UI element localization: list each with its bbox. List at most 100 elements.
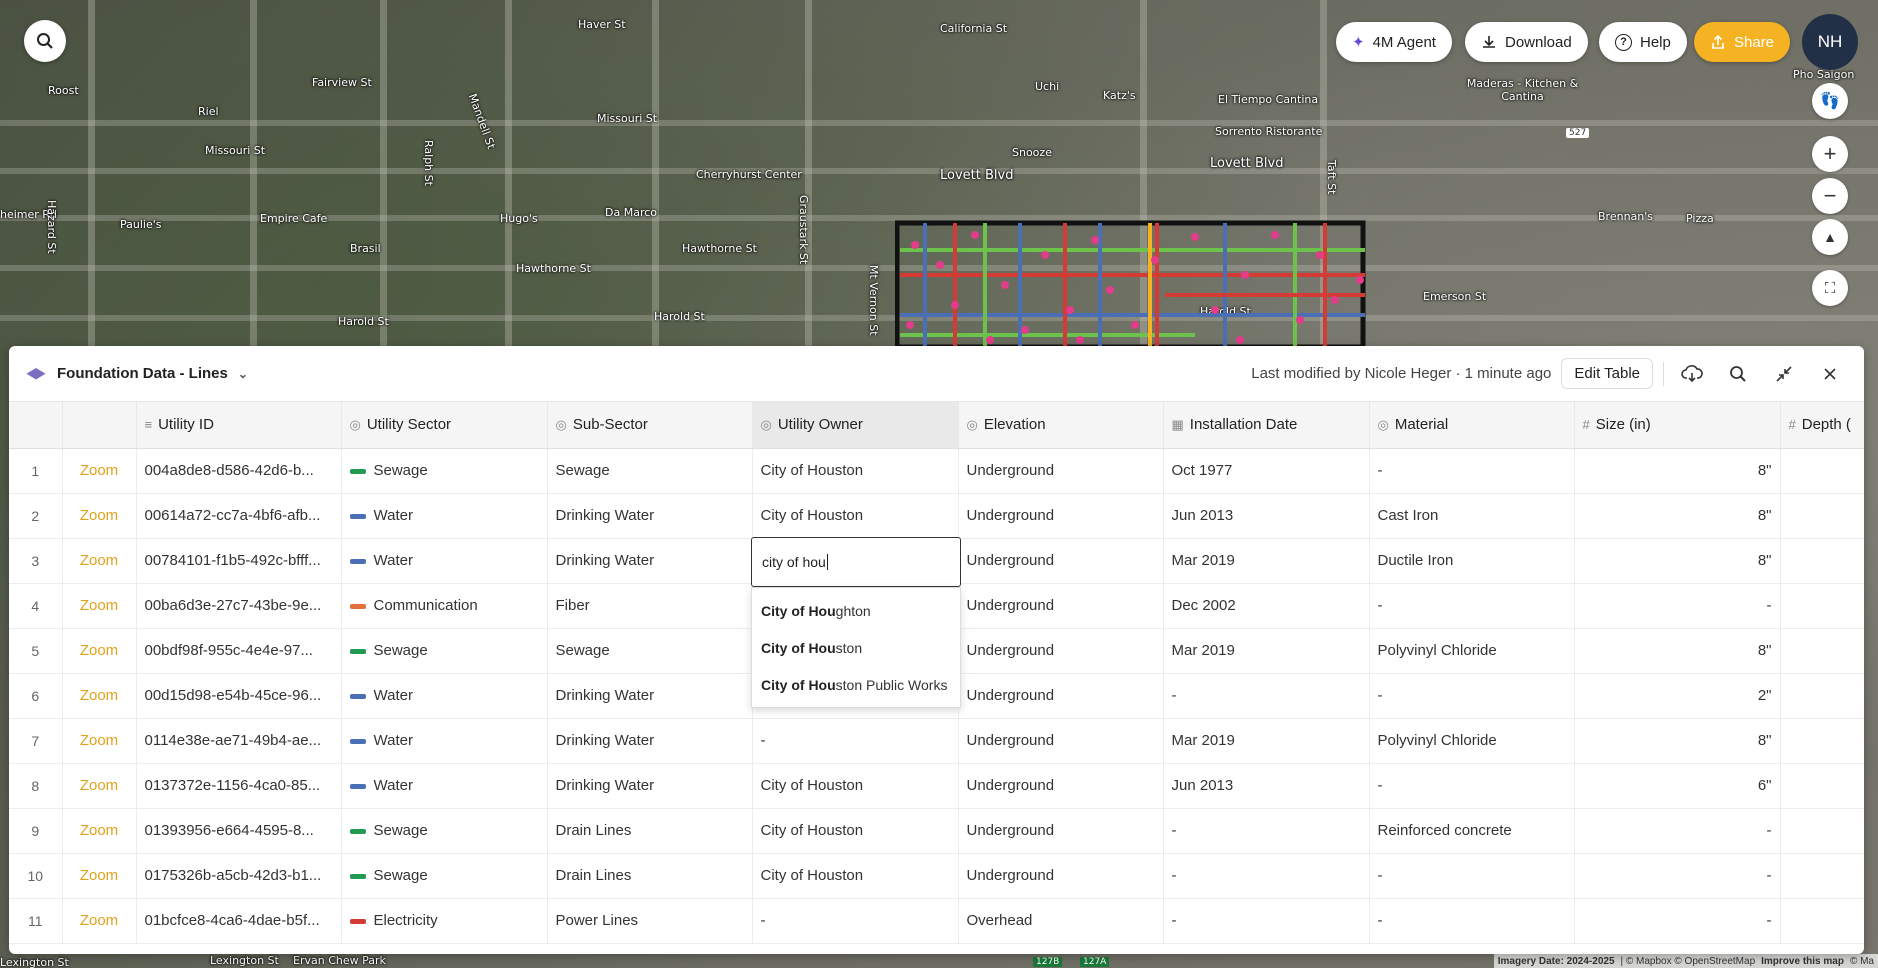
- cell-elevation[interactable]: Underground: [958, 538, 1164, 584]
- cell-installation-date[interactable]: -: [1163, 673, 1370, 719]
- cell-sub-sector[interactable]: Fiber: [547, 583, 753, 629]
- cell-sub-sector[interactable]: Drinking Water: [547, 763, 753, 809]
- cell-elevation[interactable]: Underground: [958, 673, 1164, 719]
- cell-size[interactable]: -: [1574, 853, 1781, 899]
- table-row[interactable]: 2 Zoom 00614a72-cc7a-4bf6-afb... Water Drink…: [9, 493, 1864, 539]
- cell-elevation[interactable]: Underground: [958, 808, 1164, 854]
- cell-material[interactable]: -: [1369, 448, 1575, 494]
- table-row[interactable]: 1 Zoom 004a8de8-d586-42d6-b... Sewage Sewage…: [9, 448, 1864, 494]
- cell-installation-date[interactable]: Mar 2019: [1163, 538, 1370, 584]
- cell-depth[interactable]: [1780, 808, 1864, 854]
- zoom-link[interactable]: Zoom: [62, 763, 137, 809]
- map-search-button[interactable]: [24, 20, 66, 62]
- cell-installation-date[interactable]: Jun 2013: [1163, 493, 1370, 539]
- cloud-download-button[interactable]: [1674, 356, 1710, 392]
- cell-utility-owner[interactable]: City of Houston: [752, 448, 959, 494]
- cell-elevation[interactable]: Underground: [958, 583, 1164, 629]
- cell-size[interactable]: 8": [1574, 628, 1781, 674]
- zoom-link[interactable]: Zoom: [62, 628, 137, 674]
- cell-installation-date[interactable]: Oct 1977: [1163, 448, 1370, 494]
- cell-elevation[interactable]: Underground: [958, 448, 1164, 494]
- cell-utility-owner[interactable]: City of Houston: [752, 763, 959, 809]
- table-row[interactable]: 8 Zoom 0137372e-1156-4ca0-85... Water Drinki…: [9, 763, 1864, 809]
- column-header-elevation[interactable]: ◎ Elevation: [958, 402, 1164, 449]
- help-button[interactable]: ? Help: [1599, 22, 1687, 62]
- share-button[interactable]: Share: [1694, 22, 1791, 62]
- download-button[interactable]: Download: [1465, 22, 1588, 62]
- cell-sub-sector[interactable]: Drinking Water: [547, 538, 753, 584]
- zoom-out-button[interactable]: −: [1812, 178, 1848, 214]
- cell-utility-id[interactable]: 0114e38e-ae71-49b4-ae...: [136, 718, 342, 764]
- improve-map-link[interactable]: Improve this map: [1761, 956, 1844, 967]
- cell-installation-date[interactable]: Jun 2013: [1163, 763, 1370, 809]
- cell-utility-owner[interactable]: -: [752, 718, 959, 764]
- cell-size[interactable]: -: [1574, 583, 1781, 629]
- cell-utility-id[interactable]: 00d15d98-e54b-45ce-96...: [136, 673, 342, 719]
- cell-utility-sector[interactable]: Communication: [341, 583, 548, 629]
- cell-elevation[interactable]: Underground: [958, 763, 1164, 809]
- cell-elevation[interactable]: Underground: [958, 718, 1164, 764]
- column-header-depth[interactable]: # Depth (: [1780, 402, 1864, 449]
- cell-utility-sector[interactable]: Water: [341, 763, 548, 809]
- cell-utility-owner[interactable]: City of Houston: [752, 493, 959, 539]
- cell-elevation[interactable]: Overhead: [958, 898, 1164, 944]
- cell-depth[interactable]: [1780, 898, 1864, 944]
- column-header-utility-owner[interactable]: ◎ Utility Owner: [752, 402, 959, 449]
- agent-button[interactable]: ✦ 4M Agent: [1336, 22, 1452, 62]
- zoom-link[interactable]: Zoom: [62, 898, 137, 944]
- cell-sub-sector[interactable]: Power Lines: [547, 898, 753, 944]
- cell-utility-sector[interactable]: Sewage: [341, 448, 548, 494]
- zoom-link[interactable]: Zoom: [62, 673, 137, 719]
- cell-size[interactable]: 8": [1574, 538, 1781, 584]
- cell-utility-owner[interactable]: -: [752, 898, 959, 944]
- cell-utility-sector[interactable]: Sewage: [341, 628, 548, 674]
- collapse-button[interactable]: [1766, 356, 1802, 392]
- zoom-link[interactable]: Zoom: [62, 448, 137, 494]
- cell-size[interactable]: -: [1574, 898, 1781, 944]
- user-avatar[interactable]: NH: [1802, 14, 1858, 70]
- cell-sub-sector[interactable]: Drinking Water: [547, 493, 753, 539]
- table-row[interactable]: 10 Zoom 0175326b-a5cb-42d3-b1... Sewage Drai…: [9, 853, 1864, 899]
- cell-sub-sector[interactable]: Drain Lines: [547, 853, 753, 899]
- utility-network-overlay[interactable]: [895, 215, 1375, 350]
- cell-size[interactable]: 8": [1574, 493, 1781, 539]
- cell-material[interactable]: Cast Iron: [1369, 493, 1575, 539]
- zoom-link[interactable]: Zoom: [62, 583, 137, 629]
- cell-utility-sector[interactable]: Electricity: [341, 898, 548, 944]
- cell-material[interactable]: Reinforced concrete: [1369, 808, 1575, 854]
- cell-installation-date[interactable]: Mar 2019: [1163, 718, 1370, 764]
- cell-material[interactable]: -: [1369, 763, 1575, 809]
- zoom-link[interactable]: Zoom: [62, 808, 137, 854]
- cell-depth[interactable]: [1780, 628, 1864, 674]
- cell-size[interactable]: -: [1574, 808, 1781, 854]
- zoom-link[interactable]: Zoom: [62, 853, 137, 899]
- cell-depth[interactable]: [1780, 493, 1864, 539]
- cell-depth[interactable]: [1780, 673, 1864, 719]
- compass-button[interactable]: ▲: [1812, 219, 1848, 255]
- cell-sub-sector[interactable]: Sewage: [547, 628, 753, 674]
- utility-owner-editor-input[interactable]: city of hou: [751, 537, 961, 587]
- table-row[interactable]: 9 Zoom 01393956-e664-4595-8... Sewage Drain …: [9, 808, 1864, 854]
- edit-table-button[interactable]: Edit Table: [1561, 358, 1653, 389]
- cell-size[interactable]: 2": [1574, 673, 1781, 719]
- cell-utility-sector[interactable]: Sewage: [341, 853, 548, 899]
- cell-utility-id[interactable]: 0137372e-1156-4ca0-85...: [136, 763, 342, 809]
- cell-depth[interactable]: [1780, 763, 1864, 809]
- cell-depth[interactable]: [1780, 853, 1864, 899]
- column-header-installation-date[interactable]: ▦ Installation Date: [1163, 402, 1370, 449]
- cell-utility-id[interactable]: 01bcfce8-4ca6-4dae-b5f...: [136, 898, 342, 944]
- cell-utility-sector[interactable]: Water: [341, 718, 548, 764]
- cell-material[interactable]: -: [1369, 853, 1575, 899]
- cell-size[interactable]: 8": [1574, 448, 1781, 494]
- cell-elevation[interactable]: Underground: [958, 628, 1164, 674]
- fullscreen-button[interactable]: ⛶: [1812, 270, 1848, 306]
- cell-depth[interactable]: [1780, 718, 1864, 764]
- cell-elevation[interactable]: Underground: [958, 853, 1164, 899]
- copyright[interactable]: | © Mapbox © OpenStreetMap: [1621, 956, 1756, 967]
- cell-utility-id[interactable]: 00784101-f1b5-492c-bfff...: [136, 538, 342, 584]
- cell-utility-id[interactable]: 00bdf98f-955c-4e4e-97...: [136, 628, 342, 674]
- cell-size[interactable]: 6": [1574, 763, 1781, 809]
- cell-depth[interactable]: [1780, 538, 1864, 584]
- cell-material[interactable]: Polyvinyl Chloride: [1369, 718, 1575, 764]
- cell-depth[interactable]: [1780, 448, 1864, 494]
